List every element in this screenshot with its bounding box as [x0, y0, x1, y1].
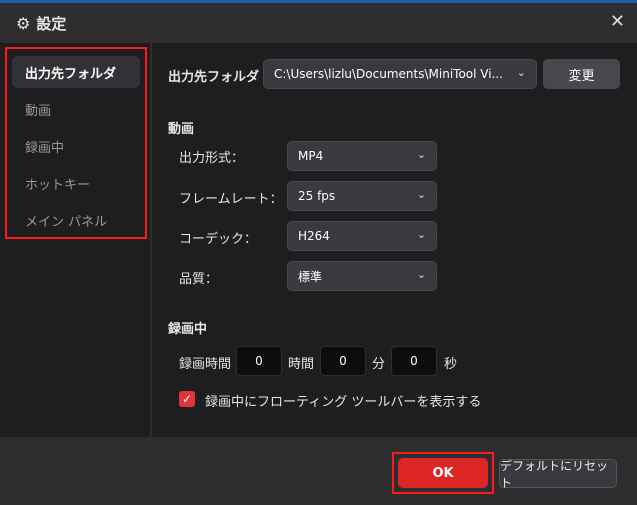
quality-select[interactable]: 標準 ⌄ — [287, 261, 437, 291]
chevron-down-icon: ⌄ — [516, 66, 526, 79]
duration-label: 録画時間 — [179, 357, 232, 372]
codec-value: H264 — [298, 229, 330, 243]
recording-heading: 録画中 — [168, 322, 208, 337]
close-icon[interactable]: ✕ — [610, 11, 625, 32]
format-label: 出力形式： — [179, 151, 245, 166]
floating-toolbar-checkbox[interactable]: ✓ — [179, 391, 195, 407]
ok-highlight — [392, 452, 494, 494]
change-button[interactable]: 変更 — [543, 59, 620, 89]
codec-select[interactable]: H264 ⌄ — [287, 221, 437, 251]
chevron-down-icon: ⌄ — [416, 148, 426, 161]
reset-default-button[interactable]: デフォルトにリセット — [499, 459, 617, 490]
video-heading: 動画 — [168, 122, 195, 137]
fps-select[interactable]: 25 fps ⌄ — [287, 181, 437, 211]
gear-icon: ⚙ — [16, 13, 31, 33]
chevron-down-icon: ⌄ — [416, 268, 426, 281]
hours-unit: 時間 — [288, 357, 315, 372]
fps-label: フレームレート： — [179, 192, 283, 207]
minutes-input[interactable]: 0 — [320, 346, 366, 376]
output-folder-select[interactable]: C:\Users\lizlu\Documents\MiniTool Vi... ⌄ — [263, 59, 537, 89]
output-folder-label: 出力先フォルダ — [168, 70, 260, 85]
minutes-unit: 分 — [372, 357, 386, 372]
title-bar: ⚙ 設定 ✕ — [0, 3, 637, 43]
fps-value: 25 fps — [298, 189, 336, 203]
chevron-down-icon: ⌄ — [416, 188, 426, 201]
dialog-title: 設定 — [36, 14, 67, 33]
hours-input[interactable]: 0 — [236, 346, 282, 376]
format-select[interactable]: MP4 ⌄ — [287, 141, 437, 171]
codec-label: コーデック： — [179, 232, 258, 247]
seconds-input[interactable]: 0 — [391, 346, 437, 376]
format-value: MP4 — [298, 149, 324, 163]
floating-toolbar-label[interactable]: 録画中にフローティング ツールバーを表示する — [205, 391, 481, 410]
chevron-down-icon: ⌄ — [416, 228, 426, 241]
sidebar-highlight — [5, 47, 147, 239]
quality-value: 標準 — [298, 269, 323, 284]
output-folder-path: C:\Users\lizlu\Documents\MiniTool Vi... — [274, 67, 503, 81]
quality-label: 品質： — [179, 272, 219, 287]
seconds-unit: 秒 — [444, 357, 458, 372]
